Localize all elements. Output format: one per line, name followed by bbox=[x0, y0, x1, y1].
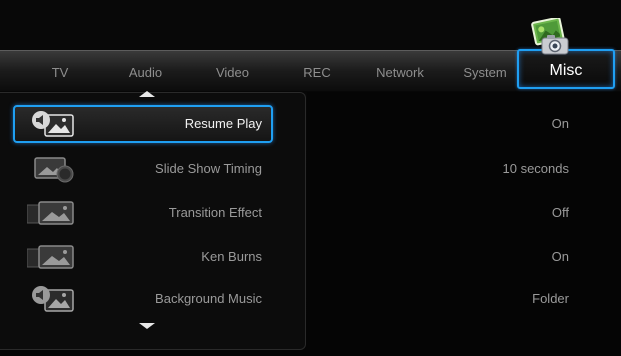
setting-row-transition-effect[interactable]: Transition Effect Off bbox=[0, 196, 621, 234]
tab-bar: TV Audio Video REC Network System Misc bbox=[0, 49, 621, 91]
tab-network[interactable]: Network bbox=[365, 51, 435, 91]
tab-tv[interactable]: TV bbox=[35, 51, 85, 91]
speaker-photo-icon bbox=[32, 286, 74, 312]
tab-system[interactable]: System bbox=[455, 51, 515, 91]
setting-label: Resume Play bbox=[184, 116, 262, 131]
setting-value: Off bbox=[551, 205, 569, 220]
photo-timer-icon bbox=[34, 157, 74, 183]
setting-value: Folder bbox=[532, 291, 569, 306]
scroll-up-arrow-icon[interactable] bbox=[139, 91, 155, 97]
tab-rec[interactable]: REC bbox=[292, 51, 342, 91]
screen-background: TV Audio Video REC Network System Misc R… bbox=[0, 0, 621, 356]
scroll-down-arrow-icon[interactable] bbox=[139, 323, 155, 329]
photo-transition-icon bbox=[27, 245, 74, 269]
speaker-photo-icon bbox=[32, 111, 74, 137]
setting-label: Ken Burns bbox=[201, 249, 262, 264]
tab-video[interactable]: Video bbox=[205, 51, 260, 91]
photo-camera-icon bbox=[531, 18, 569, 55]
tab-audio[interactable]: Audio bbox=[118, 51, 173, 91]
setting-value: 10 seconds bbox=[502, 161, 570, 176]
setting-label: Background Music bbox=[155, 291, 262, 306]
setting-row-background-music[interactable]: Background Music Folder bbox=[0, 282, 621, 320]
setting-label: Transition Effect bbox=[168, 205, 262, 220]
setting-row-ken-burns[interactable]: Ken Burns On bbox=[0, 240, 621, 278]
setting-value: On bbox=[551, 249, 569, 264]
photo-transition-icon bbox=[27, 201, 74, 225]
setting-row-resume-play[interactable]: Resume Play On bbox=[0, 105, 621, 145]
setting-row-slide-show-timing[interactable]: Slide Show Timing 10 seconds bbox=[0, 152, 621, 190]
setting-label: Slide Show Timing bbox=[155, 161, 262, 176]
setting-value: On bbox=[551, 116, 569, 131]
